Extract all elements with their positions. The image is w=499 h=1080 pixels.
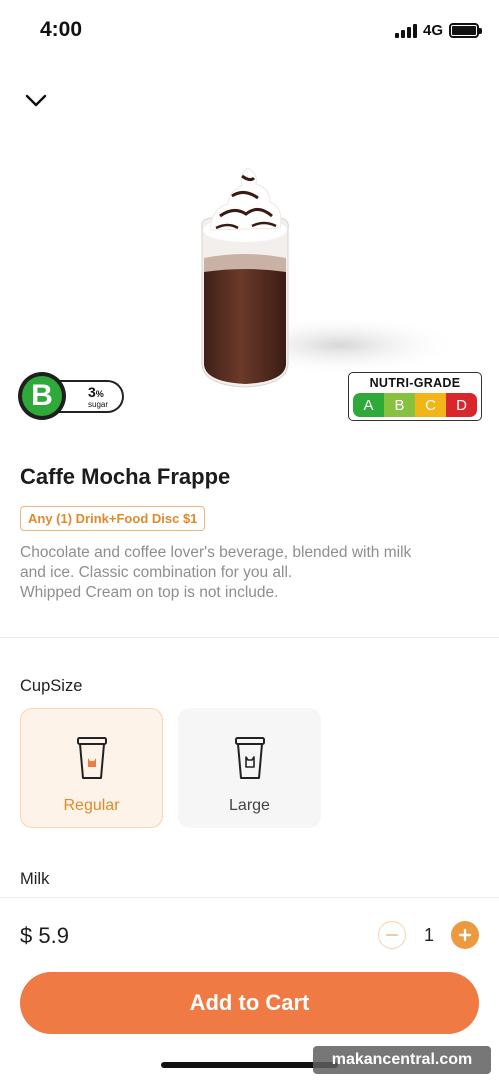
collapse-button[interactable] [20, 84, 52, 116]
network-type: 4G [422, 22, 443, 39]
product-description: Chocolate and coffee lover's beverage, b… [20, 543, 480, 603]
grade-letter: B [22, 376, 62, 416]
price: $ 5.9 [20, 923, 69, 948]
cup-large-icon [234, 737, 265, 779]
add-to-cart-button[interactable]: Add to Cart [20, 972, 479, 1034]
cup-size-regular[interactable]: Regular [20, 708, 163, 828]
battery-icon [449, 23, 482, 38]
description-line: and ice. Classic combination for you all… [20, 564, 293, 581]
milk-label: Milk [20, 870, 50, 888]
cup-size-label-regular: Regular [63, 797, 120, 814]
grade-b-cell: B [384, 393, 415, 417]
section-divider [0, 637, 499, 638]
status-indicators: 4G [394, 22, 482, 39]
description-line: Whipped Cream on top is not include. [20, 584, 279, 601]
cup-size-large[interactable]: Large [178, 708, 321, 828]
cup-size-label-large: Large [229, 797, 270, 814]
cup-size-label: CupSize [20, 677, 83, 695]
product-title: Caffe Mocha Frappe [20, 464, 231, 489]
increase-quantity-button[interactable] [451, 921, 479, 949]
status-time: 4:00 [40, 18, 83, 41]
promo-tag: Any (1) Drink+Food Disc $1 [20, 506, 206, 531]
home-indicator[interactable] [161, 1062, 338, 1068]
chevron-down-icon [25, 94, 47, 107]
minus-icon [386, 934, 398, 936]
plus-icon [458, 928, 472, 942]
grade-c-cell: C [415, 393, 446, 417]
quantity-value: 1 [423, 925, 434, 945]
product-image [201, 167, 460, 388]
nutri-legend-title: NUTRI-GRADE [369, 376, 461, 390]
decrease-quantity-button[interactable] [378, 921, 406, 949]
watermark: makancentral.com [313, 1046, 491, 1074]
signal-icon [394, 23, 417, 38]
cup-regular-icon [76, 737, 107, 779]
grade-circle: B [18, 372, 66, 420]
status-bar: 4:00 4G [0, 0, 499, 62]
grade-a-cell: A [353, 393, 384, 417]
sugar-percentage: 3% [88, 384, 104, 400]
nutri-legend-scale: A B C D [353, 393, 477, 417]
description-line: Chocolate and coffee lover's beverage, b… [20, 544, 412, 561]
sugar-label: sugar [88, 400, 109, 409]
nutri-grade-legend: NUTRI-GRADE A B C D [348, 372, 482, 421]
grade-d-cell: D [446, 393, 477, 417]
sugar-pill: 3% sugar [58, 380, 124, 413]
nutri-grade-badge: 3% sugar B [18, 372, 124, 420]
